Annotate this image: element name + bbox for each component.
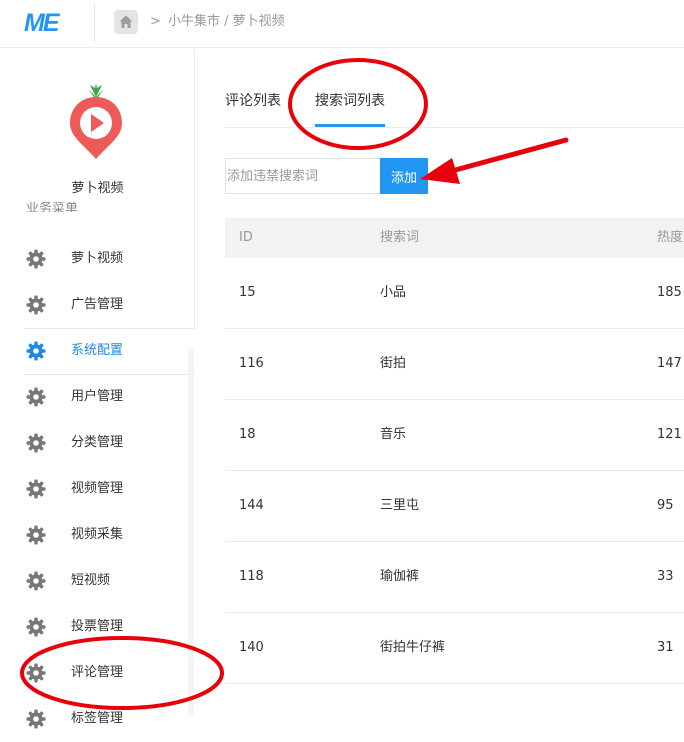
sidebar-item-label: 系统配置 — [71, 343, 124, 358]
table-row[interactable]: 144 三里屯 95 — [225, 471, 684, 542]
sidebar-item-label: 短视频 — [71, 573, 111, 588]
column-header-id[interactable]: ID — [239, 229, 253, 247]
tabs-divider — [225, 127, 684, 128]
cell-word: 小品 — [380, 285, 407, 300]
gear-icon — [26, 387, 46, 407]
table-row[interactable]: 15 小品 185 — [225, 258, 684, 329]
cell-hot: 185 — [657, 285, 682, 300]
home-icon — [119, 15, 133, 28]
sidebar-item-label: 标签管理 — [71, 711, 124, 726]
gear-icon — [26, 433, 46, 453]
home-button[interactable] — [114, 10, 138, 34]
cell-hot: 33 — [657, 569, 674, 584]
app-card: 萝卜视频 — [0, 49, 195, 199]
cell-word: 瑜伽裤 — [380, 569, 420, 584]
cell-id: 144 — [239, 498, 264, 513]
tab-search-word-list[interactable]: 搜索词列表 — [315, 91, 385, 111]
gear-icon — [26, 249, 46, 269]
sidebar-item-label: 用户管理 — [71, 389, 124, 404]
cell-word: 街拍 — [380, 356, 407, 371]
logo-text: ME — [24, 9, 59, 37]
sidebar-item-label: 萝卜视频 — [71, 251, 124, 266]
gear-icon — [26, 525, 46, 545]
sidebar-item-label: 投票管理 — [71, 619, 124, 634]
banned-word-input[interactable] — [225, 158, 380, 194]
cell-id: 140 — [239, 640, 264, 655]
table-row[interactable]: 140 街拍牛仔裤 31 — [225, 613, 684, 684]
tab-comment-list[interactable]: 评论列表 — [225, 91, 281, 111]
sidebar-item-label: 视频管理 — [71, 481, 124, 496]
sidebar-item[interactable]: 视频管理 — [0, 466, 195, 512]
top-bar: ME > 小牛集市 / 萝卜视频 — [0, 0, 684, 48]
gear-icon — [26, 295, 46, 315]
sidebar-item-label: 评论管理 — [71, 665, 124, 680]
breadcrumb-separator-icon: > — [150, 14, 161, 29]
sidebar-item-label: 视频采集 — [71, 527, 124, 542]
sidebar-item[interactable]: 评论管理 — [0, 650, 195, 696]
sidebar-item[interactable]: 标签管理 — [0, 696, 195, 742]
cell-hot: 31 — [657, 640, 674, 655]
main-content: 评论列表 搜索词列表 添加 ID 搜索词 热度 15小品185116街拍1471… — [195, 49, 684, 715]
table-row[interactable]: 18 音乐 121 — [225, 400, 684, 471]
cell-id: 118 — [239, 569, 264, 584]
radish-play-logo-icon — [70, 83, 122, 159]
menu-group-title: 业务菜单 — [26, 202, 79, 212]
gear-icon — [26, 479, 46, 499]
topbar-divider — [94, 4, 95, 42]
table-row[interactable] — [225, 684, 684, 715]
cell-id: 18 — [239, 427, 256, 442]
cell-word: 街拍牛仔裤 — [380, 640, 446, 655]
gear-icon — [26, 571, 46, 591]
cell-id: 116 — [239, 356, 264, 371]
sidebar-item[interactable]: 广告管理 — [0, 282, 195, 328]
sidebar-item-label: 分类管理 — [71, 435, 124, 450]
sidebar-scrollbar[interactable] — [188, 349, 194, 715]
cell-hot: 95 — [657, 498, 674, 513]
breadcrumb[interactable]: 小牛集市 / 萝卜视频 — [168, 12, 285, 32]
cell-hot: 121 — [657, 427, 682, 442]
add-button[interactable]: 添加 — [380, 158, 428, 194]
menu-divider — [24, 374, 195, 375]
cell-hot: 147 — [657, 356, 682, 371]
table-row[interactable]: 116 街拍 147 — [225, 329, 684, 400]
sidebar-item-label: 广告管理 — [71, 297, 124, 312]
sidebar-item[interactable]: 视频采集 — [0, 512, 195, 558]
table-row[interactable]: 118 瑜伽裤 33 — [225, 542, 684, 613]
app-logo[interactable]: ME — [24, 8, 74, 38]
column-header-hot[interactable]: 热度 — [657, 229, 683, 247]
sidebar-item[interactable]: 投票管理 — [0, 604, 195, 650]
sidebar-item[interactable]: 系统配置 — [0, 328, 195, 374]
cell-id: 15 — [239, 285, 256, 300]
column-header-word[interactable]: 搜索词 — [380, 229, 419, 247]
gear-icon — [26, 341, 46, 361]
table-header: ID 搜索词 热度 — [225, 218, 684, 258]
gear-icon — [26, 709, 46, 729]
sidebar-item[interactable]: 用户管理 — [0, 374, 195, 420]
sidebar-item[interactable]: 短视频 — [0, 558, 195, 604]
gear-icon — [26, 663, 46, 683]
gear-icon — [26, 617, 46, 637]
sidebar-item[interactable]: 萝卜视频 — [0, 236, 195, 282]
app-name: 萝卜视频 — [71, 181, 124, 196]
cell-word: 三里屯 — [380, 498, 420, 513]
sidebar: 萝卜视频 业务菜单 萝卜视频广告管理系统配置用户管理分类管理视频管理视频采集短视… — [0, 49, 195, 729]
cell-word: 音乐 — [380, 427, 407, 442]
sidebar-item[interactable]: 分类管理 — [0, 420, 195, 466]
menu-divider — [24, 328, 195, 329]
